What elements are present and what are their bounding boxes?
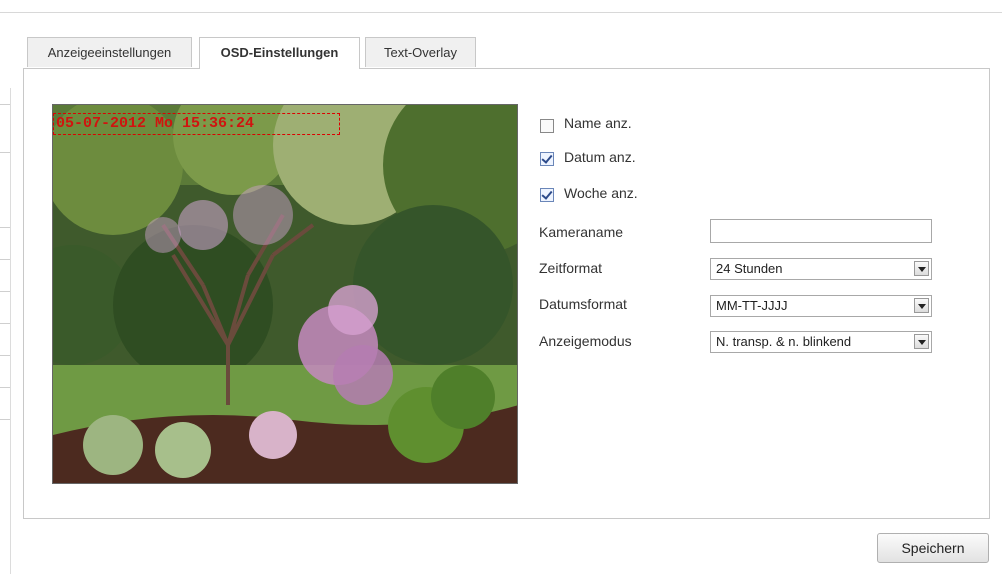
osd-date-overlay[interactable]: 05-07-2012 Mo 15:36:24 bbox=[53, 113, 340, 135]
chevron-down-icon[interactable] bbox=[914, 261, 929, 276]
show-week-checkbox[interactable] bbox=[540, 188, 554, 202]
show-name-label: Name anz. bbox=[564, 115, 632, 131]
garden-scene-image bbox=[53, 105, 517, 483]
display-mode-label: Anzeigemodus bbox=[539, 333, 632, 349]
tab-osd-settings[interactable]: OSD-Einstellungen bbox=[199, 37, 360, 69]
save-button[interactable]: Speichern bbox=[877, 533, 989, 563]
top-divider bbox=[0, 12, 1002, 13]
left-divider bbox=[10, 88, 11, 574]
show-date-label: Datum anz. bbox=[564, 149, 636, 165]
left-tick bbox=[0, 323, 10, 324]
date-format-label: Datumsformat bbox=[539, 296, 627, 312]
show-week-label: Woche anz. bbox=[564, 185, 638, 201]
left-tick bbox=[0, 152, 10, 153]
chevron-down-icon[interactable] bbox=[914, 298, 929, 313]
left-tick bbox=[0, 355, 10, 356]
tab-display-settings[interactable]: Anzeigeeinstellungen bbox=[27, 37, 192, 67]
time-format-value: 24 Stunden bbox=[716, 261, 783, 276]
left-tick bbox=[0, 291, 10, 292]
chevron-down-icon[interactable] bbox=[914, 334, 929, 349]
left-tick bbox=[0, 259, 10, 260]
camera-name-label: Kameraname bbox=[539, 224, 624, 240]
left-tick bbox=[0, 227, 10, 228]
tab-text-overlay[interactable]: Text-Overlay bbox=[365, 37, 476, 67]
date-format-value: MM-TT-JJJJ bbox=[716, 298, 788, 313]
show-name-checkbox[interactable] bbox=[540, 119, 554, 133]
display-mode-select[interactable]: N. transp. & n. blinkend bbox=[710, 331, 932, 353]
video-preview bbox=[52, 104, 518, 484]
left-tick bbox=[0, 104, 10, 105]
time-format-select[interactable]: 24 Stunden bbox=[710, 258, 932, 280]
left-tick bbox=[0, 387, 10, 388]
left-tick bbox=[0, 419, 10, 420]
camera-name-input[interactable] bbox=[710, 219, 932, 243]
date-format-select[interactable]: MM-TT-JJJJ bbox=[710, 295, 932, 317]
time-format-label: Zeitformat bbox=[539, 260, 603, 276]
display-mode-value: N. transp. & n. blinkend bbox=[716, 334, 852, 349]
show-date-checkbox[interactable] bbox=[540, 152, 554, 166]
